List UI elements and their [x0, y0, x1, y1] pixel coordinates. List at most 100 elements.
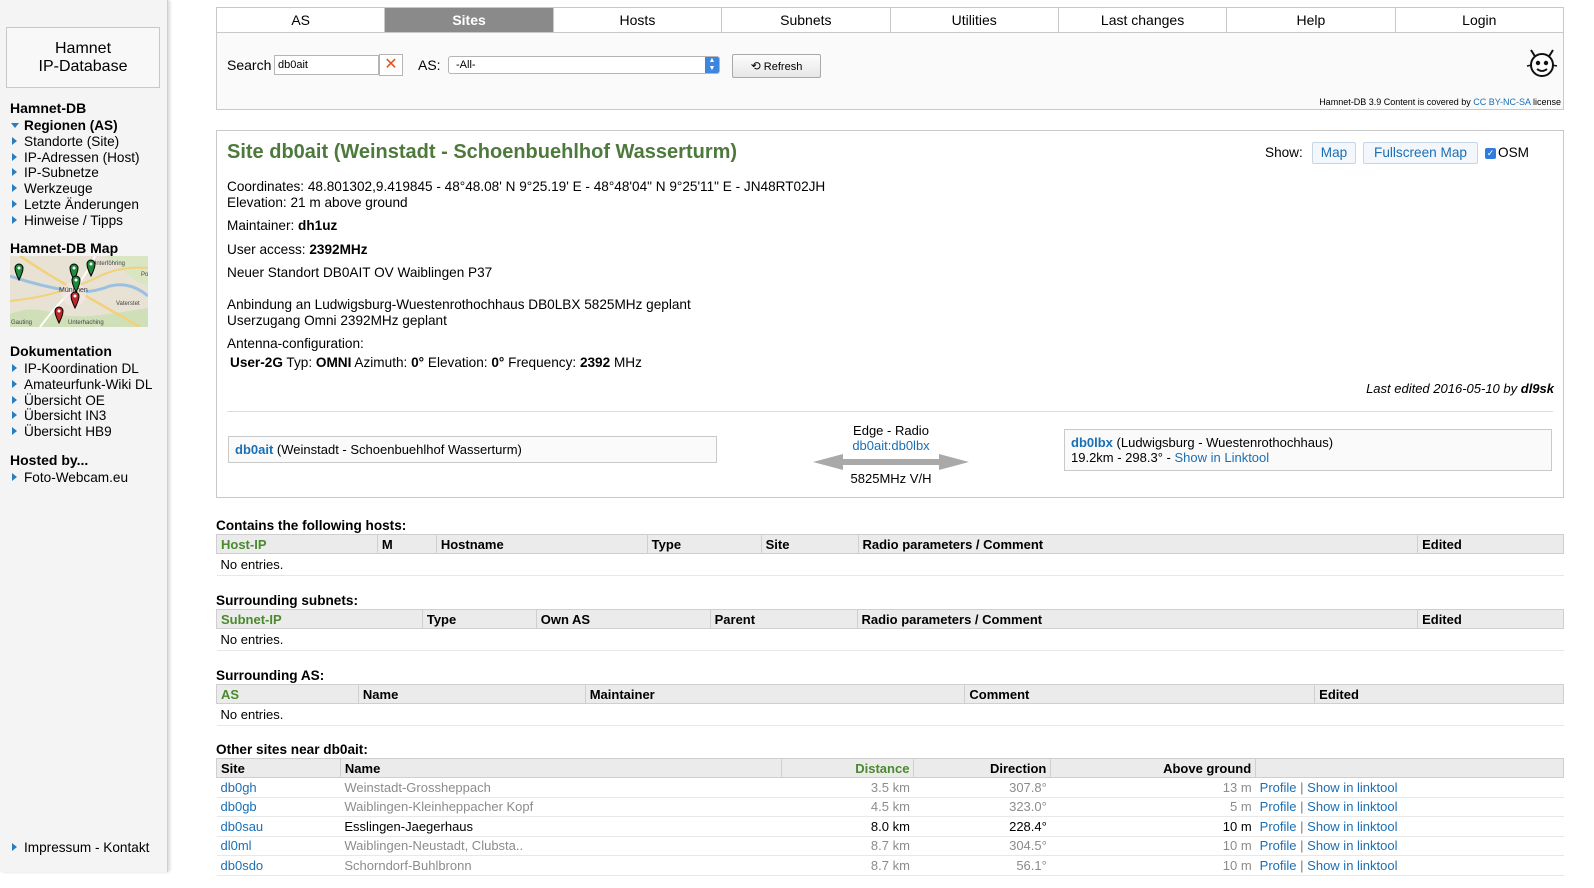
link-name[interactable]: db0ait:db0lbx	[811, 438, 971, 453]
coordinates: Coordinates: 48.801302,9.419845 - 48°48.…	[227, 179, 826, 194]
site-direction: 307.8°	[913, 777, 1051, 798]
link-info: Edge - Radio db0ait:db0lbx 5825MHz V/H	[811, 423, 971, 486]
col-name[interactable]: Name	[357, 684, 586, 704]
profile-link[interactable]: Profile	[1260, 838, 1297, 853]
col-type[interactable]: Type	[421, 609, 537, 629]
subnets-section-title: Surrounding subnets:	[216, 593, 358, 608]
col-type[interactable]: Type	[646, 534, 762, 554]
sidebar-item-uebersicht-oe[interactable]: Übersicht OE	[10, 393, 152, 409]
antenna-config: User-2G Typ: OMNI Azimuth: 0° Elevation:…	[230, 355, 642, 370]
sidebar-item-hinweise[interactable]: Hinweise / Tipps	[10, 213, 140, 229]
tab-subnets[interactable]: Subnets	[722, 8, 891, 32]
linktool-link[interactable]: Show in linktool	[1307, 799, 1397, 814]
tab-last-changes[interactable]: Last changes	[1058, 8, 1228, 32]
sidebar-item-ip-subnetze[interactable]: IP-Subnetze	[10, 165, 140, 181]
sidebar-item-foto-webcam[interactable]: Foto-Webcam.eu	[10, 470, 128, 486]
license-suffix: license	[1532, 97, 1561, 107]
site-link[interactable]: db0gh	[216, 777, 341, 798]
sidebar-item-ip-adressen[interactable]: IP-Adressen (Host)	[10, 150, 140, 166]
tab-sites[interactable]: Sites	[385, 8, 554, 32]
site-detail-panel: Site db0ait (Weinstadt - Schoenbuehlhof …	[216, 130, 1564, 498]
row-actions: Profile | Show in linktool	[1255, 777, 1564, 798]
col-own-as[interactable]: Own AS	[535, 609, 711, 629]
impressum-link[interactable]: Impressum - Kontakt	[10, 840, 149, 856]
double-arrow-icon	[813, 454, 969, 470]
col-radio-params[interactable]: Radio parameters / Comment	[856, 609, 1419, 629]
chevron-right-icon	[12, 427, 17, 436]
table-row: db0sdo Schorndorf-Buhlbronn 8.7 km 56.1°…	[216, 855, 1564, 876]
search-input[interactable]	[274, 55, 379, 75]
map-button[interactable]: Map	[1312, 142, 1356, 164]
separator: |	[1300, 799, 1304, 815]
profile-link[interactable]: Profile	[1260, 858, 1297, 873]
sidebar-item-werkzeuge[interactable]: Werkzeuge	[10, 181, 140, 197]
tab-utilities[interactable]: Utilities	[890, 8, 1059, 32]
col-host-ip[interactable]: Host-IP	[216, 534, 378, 554]
linktool-link[interactable]: Show in linktool	[1307, 858, 1397, 873]
sidebar-item-letzte-aenderungen[interactable]: Letzte Änderungen	[10, 197, 140, 213]
site-link[interactable]: db0sau	[216, 816, 341, 837]
refresh-button[interactable]: ⟲ Refresh	[732, 54, 821, 78]
osm-checkbox[interactable]: ✓	[1485, 148, 1496, 159]
antenna-freq-unit: MHz	[613, 355, 642, 370]
site-comment-3: Userzugang Omni 2392MHz geplant	[227, 313, 447, 328]
col-maintainer[interactable]: Maintainer	[584, 684, 966, 704]
linktool-link[interactable]: Show in linktool	[1307, 838, 1397, 853]
license-link[interactable]: CC BY-NC-SA	[1473, 97, 1530, 107]
separator: |	[1300, 838, 1304, 854]
col-edited[interactable]: Edited	[1417, 609, 1564, 629]
link-right-call[interactable]: db0lbx	[1071, 435, 1113, 450]
map-label: Unterföhring	[92, 261, 125, 267]
col-site[interactable]: Site	[760, 534, 859, 554]
site-link[interactable]: db0gb	[216, 797, 341, 817]
sidebar-item-uebersicht-in3[interactable]: Übersicht IN3	[10, 408, 152, 424]
sidebar-item-ip-koordination[interactable]: IP-Koordination DL	[10, 361, 152, 377]
sidebar-item-amateurfunk-wiki[interactable]: Amateurfunk-Wiki DL	[10, 377, 152, 393]
antenna-azimuth: 0°	[411, 355, 425, 370]
col-edited[interactable]: Edited	[1314, 684, 1564, 704]
maintainer-label: Maintainer:	[227, 218, 295, 233]
link-frequency: 5825MHz V/H	[850, 471, 932, 486]
tab-hosts[interactable]: Hosts	[553, 8, 723, 32]
profile-link[interactable]: Profile	[1260, 819, 1297, 834]
col-above-ground[interactable]: Above ground	[1050, 758, 1257, 778]
col-subnet-ip[interactable]: Subnet-IP	[216, 609, 423, 629]
profile-link[interactable]: Profile	[1260, 780, 1297, 795]
col-distance[interactable]: Distance	[780, 758, 915, 778]
as-filter-select[interactable]: -All- ▲ ▼	[448, 56, 720, 74]
site-link[interactable]: db0sdo	[216, 855, 341, 876]
fullscreen-map-button[interactable]: Fullscreen Map	[1363, 142, 1478, 164]
col-edited[interactable]: Edited	[1417, 534, 1564, 554]
linktool-link[interactable]: Show in linktool	[1307, 780, 1397, 795]
logo-line1: Hamnet	[54, 40, 112, 57]
sidebar-item-uebersicht-hb9[interactable]: Übersicht HB9	[10, 424, 152, 440]
col-parent[interactable]: Parent	[709, 609, 858, 629]
site-logo[interactable]: Hamnet IP-Database	[6, 27, 160, 88]
profile-link[interactable]: Profile	[1260, 799, 1297, 814]
page-title: Site db0ait (Weinstadt - Schoenbuehlhof …	[227, 141, 738, 163]
site-name: Waiblingen-Neustadt, Clubsta..	[340, 836, 782, 856]
col-site[interactable]: Site	[216, 758, 341, 778]
mascot-icon	[1525, 46, 1559, 80]
antenna-name: User-2G	[230, 355, 283, 370]
clear-search-button[interactable]: ✕	[379, 54, 403, 76]
col-name[interactable]: Name	[339, 758, 782, 778]
tab-help[interactable]: Help	[1227, 8, 1396, 32]
link-left-call[interactable]: db0ait	[235, 442, 273, 457]
show-in-linktool-link[interactable]: Show in Linktool	[1174, 450, 1269, 465]
user-access-label: User access:	[227, 242, 306, 257]
tab-as[interactable]: AS	[217, 8, 386, 32]
col-comment[interactable]: Comment	[964, 684, 1316, 704]
tab-login[interactable]: Login	[1395, 8, 1563, 32]
sidebar-item-regionen[interactable]: Regionen (AS)	[10, 118, 140, 134]
site-link[interactable]: dl0ml	[216, 836, 341, 856]
col-direction[interactable]: Direction	[913, 758, 1052, 778]
col-m[interactable]: M	[376, 534, 437, 554]
col-hostname[interactable]: Hostname	[435, 534, 648, 554]
sidebar-item-standorte[interactable]: Standorte (Site)	[10, 134, 140, 150]
col-radio-params[interactable]: Radio parameters / Comment	[857, 534, 1419, 554]
impressum-label: Impressum - Kontakt	[24, 840, 150, 855]
linktool-link[interactable]: Show in linktool	[1307, 819, 1397, 834]
col-as[interactable]: AS	[216, 684, 359, 704]
mini-map[interactable]: Unterföhring München Vaterstet Gauting U…	[10, 256, 148, 327]
